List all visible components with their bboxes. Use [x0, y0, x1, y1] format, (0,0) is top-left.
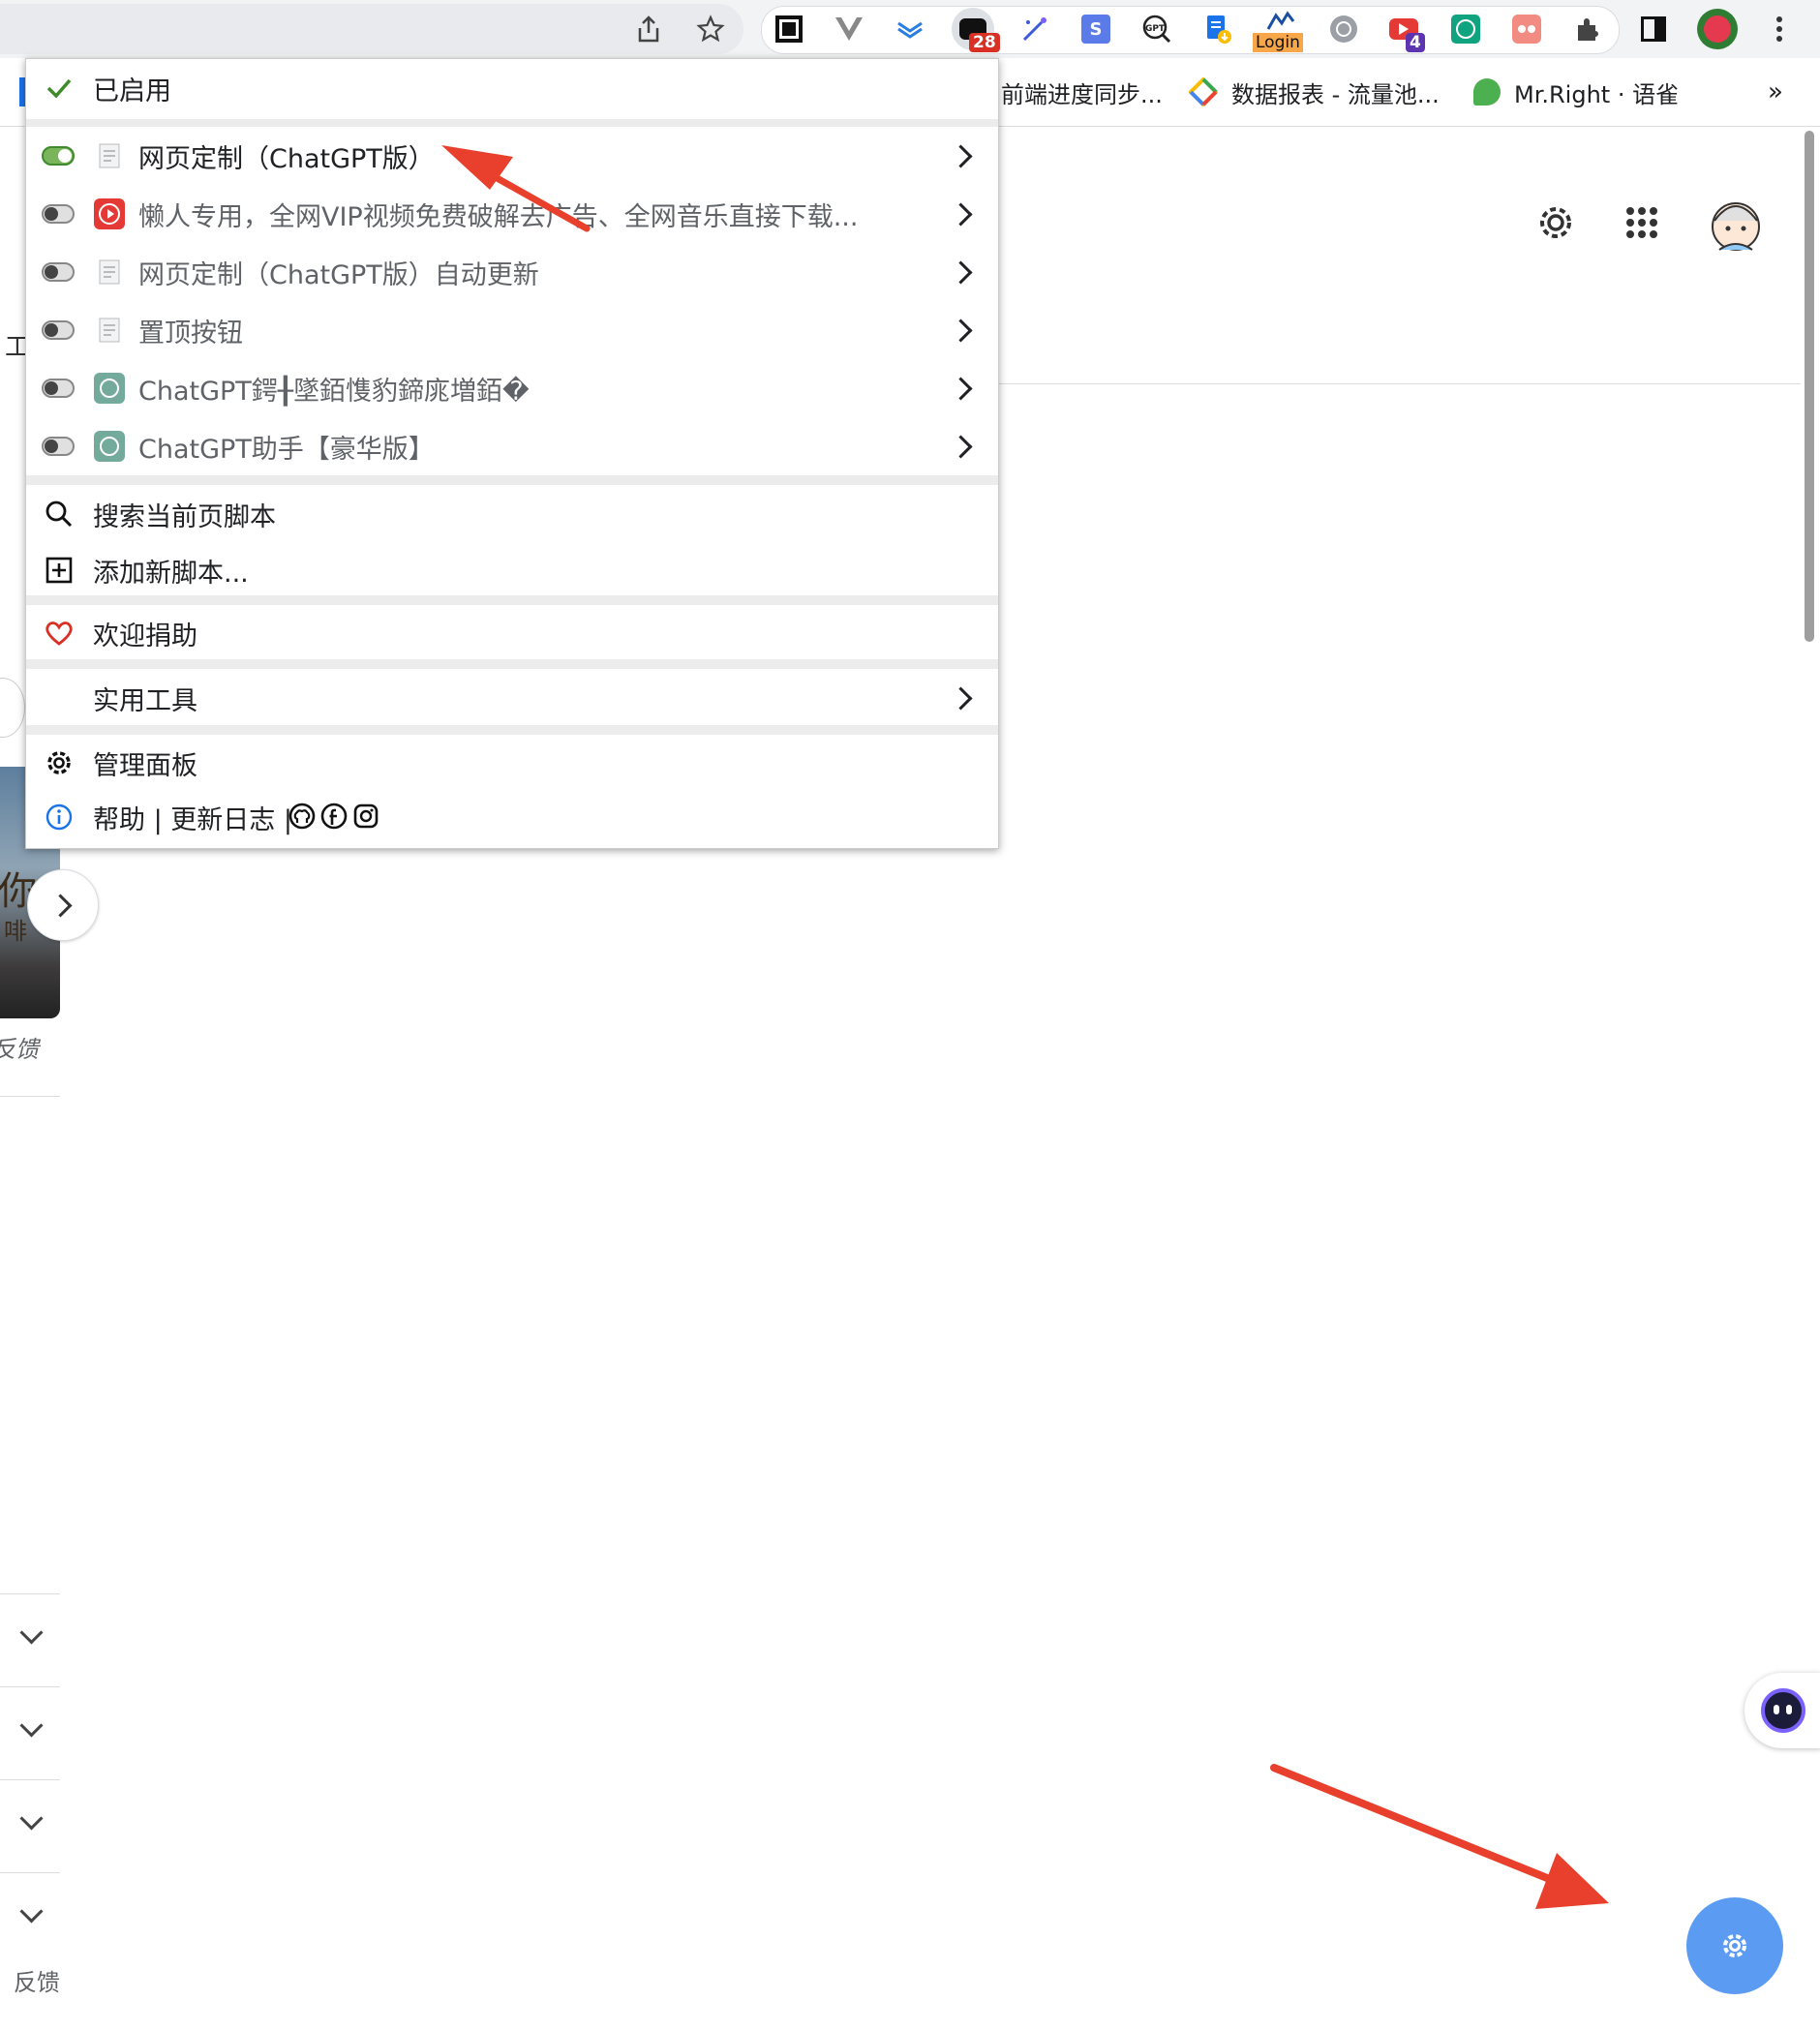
annotation-arrows: [441, 145, 1609, 1909]
annotation-arrow-menu: [441, 145, 591, 232]
annotation-arrow-gear: [1270, 1764, 1609, 1909]
